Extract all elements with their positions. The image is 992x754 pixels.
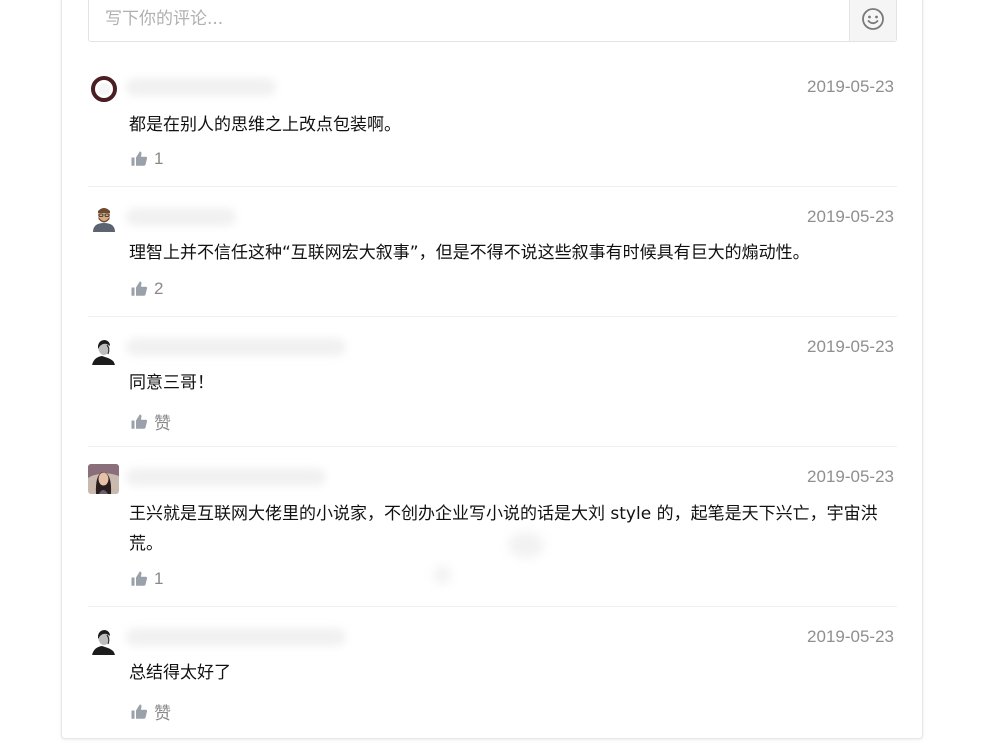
comment-item: 2019-05-23 王兴就是互联网大佬里的小说家，不创办企业写小说的话是大刘 … [88,464,897,604]
thumbs-up-icon [131,414,148,429]
avatar[interactable] [88,464,119,494]
divider [88,446,897,447]
like-button[interactable]: 2 [130,279,163,299]
comment-box [88,0,897,42]
comment-text: 同意三哥！ [129,373,214,393]
like-count: 1 [154,569,164,588]
like-count: 2 [154,279,164,298]
username[interactable] [126,468,326,486]
avatar[interactable] [90,337,118,365]
like-button[interactable]: 赞 [130,409,171,434]
comment-date: 2019-05-23 [807,467,894,486]
comment-date: 2019-05-23 [807,337,894,356]
thumbs-up-icon [131,571,148,586]
avatar[interactable] [90,627,118,655]
thumbs-up-icon [131,281,148,296]
comment-item: 2019-05-23 都是在别人的思维之上改点包装啊。 1 [88,74,897,184]
comment-text: 都是在别人的思维之上改点包装啊。 [129,115,401,135]
username[interactable] [126,338,346,356]
comment-input[interactable] [89,0,849,41]
blur-artifact [508,532,544,558]
thumbs-up-icon [131,704,148,719]
comment-item: 2019-05-23 同意三哥！ 赞 [88,334,897,444]
comment-item: 2019-05-23 理智上并不信任这种“互联网宏大叙事”，但是不得不说这些叙事… [88,204,897,314]
comment-text: 理智上并不信任这种“互联网宏大叙事”，但是不得不说这些叙事有时候具有巨大的煽动性… [129,243,810,263]
like-count: 赞 [154,414,171,433]
divider [88,316,897,317]
comment-date: 2019-05-23 [807,77,894,96]
emoji-button[interactable] [849,0,896,41]
comment-text: 总结得太好了 [129,663,231,683]
thumbs-up-icon [131,151,148,166]
divider [88,606,897,607]
like-button[interactable]: 1 [130,149,163,169]
username[interactable] [126,78,276,96]
avatar[interactable] [90,75,118,103]
avatar[interactable] [90,204,118,232]
like-count: 1 [154,149,164,168]
blur-artifact [433,566,451,584]
username[interactable] [126,628,346,646]
username[interactable] [126,208,236,226]
comment-date: 2019-05-23 [807,207,894,226]
smile-face-icon [862,8,884,30]
comment-item: 2019-05-23 总结得太好了 赞 [88,624,897,734]
like-button[interactable]: 1 [130,569,163,589]
like-button[interactable]: 赞 [130,699,171,724]
like-count: 赞 [154,704,171,723]
divider [88,186,897,187]
comment-date: 2019-05-23 [807,627,894,646]
